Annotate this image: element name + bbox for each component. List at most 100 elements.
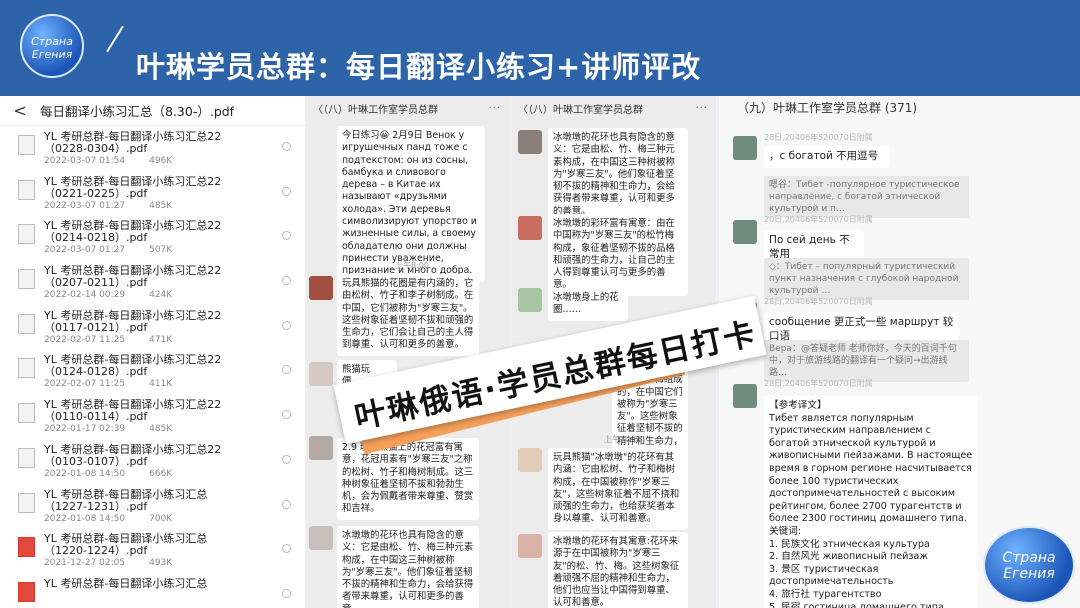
file-name: YL 考研总群-每日翻译小练习汇总（1227-1231）.pdf xyxy=(44,487,208,513)
file-date: 2022-02-07 11:25 xyxy=(44,334,126,345)
file-name: YL 考研总群-每日翻译小练习汇总22（0221-0225）.pdf xyxy=(44,174,222,200)
file-size: 700K xyxy=(149,513,173,524)
brand-logo-corner: Страна Егения xyxy=(983,526,1075,604)
file-meta: 2022-01-08 14:50 700K xyxy=(44,514,244,524)
file-row[interactable]: YL 考研总群-每日翻译小练习汇总（1220-1224）.pdf 2021-12-… xyxy=(18,528,305,573)
file-date: 2021-12-27 02:05 xyxy=(44,558,126,569)
file-size: 493K xyxy=(149,558,173,569)
file-date: 2022-01-17 02:39 xyxy=(44,424,126,435)
chat-message-reference: 【参考译文】 Тибет является популярным туристи… xyxy=(764,396,978,608)
quoted-message[interactable]: 嗯谷：Тибет -популярное туристическое напра… xyxy=(764,176,969,218)
file-row[interactable]: YL 考研总群-每日翻译小练习汇总22（0228-0304）.pdf 2022-0… xyxy=(18,126,305,171)
back-arrow-icon[interactable]: < xyxy=(0,101,40,120)
file-row[interactable]: YL 考研总群-每日翻译小练习汇总（1227-1231）.pdf 2022-01-… xyxy=(18,484,305,529)
page-title: 叶琳学员总群：每日翻译小练习+讲师评改 xyxy=(136,50,702,84)
file-row[interactable]: YL 考研总群-每日翻译小练习汇总22（0103-0107）.pdf 2022-0… xyxy=(18,439,305,484)
brand-logo: Страна Егения xyxy=(20,14,84,78)
chat-title[interactable]: 〈（八）叶琳工作室学员总群 xyxy=(313,101,438,116)
file-name: YL 考研总群-每日翻译小练习汇总22（0228-0304）.pdf xyxy=(44,130,222,155)
chat-timestamp: 上午10:35 xyxy=(604,435,644,444)
chat-title[interactable]: （九）叶琳工作室学员总群 (371) xyxy=(737,99,917,116)
file-size: 496K xyxy=(149,156,173,166)
avatar[interactable] xyxy=(733,220,757,244)
avatar[interactable] xyxy=(518,216,542,240)
file-row[interactable]: YL 考研总群-每日翻译小练习汇总22（0124-0128）.pdf 2022-0… xyxy=(18,349,305,394)
file-row[interactable]: YL 考研总群-每日翻译小练习汇总22（0207-0211）.pdf 2022-0… xyxy=(18,260,305,305)
chat-message: 冰墩墩的花环也具有隐含的意义：它是由松、竹、梅三种元素构成，在中国这三种树被称为… xyxy=(337,526,479,608)
select-radio[interactable] xyxy=(282,276,291,286)
chat-message: ，с богатой 不用逗号 xyxy=(764,146,890,168)
select-radio[interactable] xyxy=(282,231,291,241)
quoted-message[interactable]: ◇：Тибет – популярный туристический пункт… xyxy=(764,258,969,300)
file-date: 2022-01-08 14:50 xyxy=(44,468,126,479)
file-name: YL 考研总群-每日翻译小练习汇总22（0124-0128）.pdf xyxy=(44,353,222,379)
file-meta: 2022-03-07 01:27 507K xyxy=(44,245,244,255)
more-icon[interactable]: ··· xyxy=(488,103,501,114)
file-name: YL 考研总群-每日翻译小练习汇总22（0110-0114）.pdf xyxy=(44,398,222,424)
chat-timestamp: 上午8:00 xyxy=(395,261,429,270)
pdf-icon xyxy=(18,492,35,513)
avatar[interactable] xyxy=(733,136,757,160)
avatar[interactable] xyxy=(309,436,333,460)
file-size: 507K xyxy=(149,245,173,256)
sender-name: 28日,20406年520070日附属 xyxy=(764,379,873,388)
file-size: 485K xyxy=(149,424,173,435)
file-meta: 2022-03-07 01:27 485K xyxy=(44,201,244,211)
chat-message: 冰墩墩的彩环富有寓意：由在中国称为"岁寒三友"的松竹梅构成，象征着坚韧不拔的品格… xyxy=(548,214,688,296)
avatar[interactable] xyxy=(309,276,333,300)
select-radio[interactable] xyxy=(282,499,291,509)
file-row[interactable]: YL 考研总群-每日翻译小练习汇总22（0214-0218）.pdf 2022-0… xyxy=(18,215,305,260)
chat-message: 玩具熊猫"冰墩墩"的花环有其内涵：它由松树、竹子和梅树构成，在中国被称作"岁寒三… xyxy=(548,448,688,530)
file-size: 666K xyxy=(149,468,173,479)
chat-title[interactable]: 〈（八）叶琳工作室学员总群 xyxy=(518,101,643,116)
sender-name: 20日,20406年520070日附属 xyxy=(764,215,873,224)
select-radio[interactable] xyxy=(282,320,291,330)
file-meta: 2022-02-07 11:25 471K xyxy=(44,335,244,345)
pdf-icon xyxy=(18,358,35,379)
select-radio[interactable] xyxy=(282,186,291,196)
file-date: 2022-03-07 01:54 xyxy=(44,156,126,166)
pdf-icon xyxy=(18,179,35,200)
file-date: 2022-03-07 01:27 xyxy=(44,245,126,256)
file-size: 471K xyxy=(149,334,173,345)
chat-panel-8a: 〈（八）叶琳工作室学员总群 ··· 今日练习😀 2月9日 Венок у игр… xyxy=(307,96,509,608)
file-row[interactable]: YL 考研总群-每日翻译小练习汇总22（0117-0121）.pdf 2022-0… xyxy=(18,305,305,350)
file-name: YL 考研总群-每日翻译小练习汇总22（0207-0211）.pdf xyxy=(44,264,222,290)
file-name: YL 考研总群-每日翻译小练习汇总22（0214-0218）.pdf xyxy=(44,219,222,245)
chat-message: 2.9 玩具熊猫上的花冠富有寓意，花冠用素有"岁寒三友"之称的松树、竹子和梅树制… xyxy=(337,438,479,520)
pdf-icon xyxy=(18,313,35,334)
pdf-red-icon xyxy=(18,537,35,558)
avatar[interactable] xyxy=(733,384,757,408)
avatar[interactable] xyxy=(518,448,542,472)
file-date: 2022-01-08 14:50 xyxy=(44,513,126,524)
file-row[interactable]: YL 考研总群-每日翻译小练习汇总22（0110-0114）.pdf 2022-0… xyxy=(18,394,305,439)
avatar[interactable] xyxy=(518,130,542,154)
divider-slash xyxy=(106,25,124,53)
avatar[interactable] xyxy=(518,288,542,312)
avatar[interactable] xyxy=(309,362,333,386)
sender-name: 28日,20406年520070日附属 xyxy=(764,297,873,306)
more-icon[interactable]: ··· xyxy=(695,103,708,114)
select-radio[interactable] xyxy=(282,454,291,464)
quoted-message[interactable]: Вера：@答疑老师 老师你好，今天的百词千句中，对于旅游线路的翻译有一个疑问→… xyxy=(764,340,969,382)
avatar[interactable] xyxy=(309,526,333,550)
select-radio[interactable] xyxy=(282,588,291,598)
chat-message: 冰墩墩的花环有其寓意:花环来源于在中国被称为"岁寒三友"的松、竹、梅。这些树象征… xyxy=(548,532,688,608)
file-row[interactable]: YL 考研总群-每日翻译小练习汇总 xyxy=(18,573,305,608)
file-size: 485K xyxy=(149,200,173,211)
select-radio[interactable] xyxy=(282,142,291,151)
select-radio[interactable] xyxy=(282,544,291,554)
pdf-icon xyxy=(18,135,35,155)
avatar[interactable] xyxy=(518,534,542,558)
file-date: 2022-02-07 11:25 xyxy=(44,379,126,390)
file-list-header: < 每日翻译小练习汇总（8.30-）.pdf xyxy=(0,96,305,126)
select-radio[interactable] xyxy=(282,410,291,420)
file-name: YL 考研总群-每日翻译小练习汇总（1220-1224）.pdf xyxy=(44,532,208,558)
file-size: 424K xyxy=(149,290,173,301)
file-meta: 2022-01-08 14:50 666K xyxy=(44,469,244,479)
folder-title: 每日翻译小练习汇总（8.30-）.pdf xyxy=(40,104,235,119)
file-row[interactable]: YL 考研总群-每日翻译小练习汇总22（0221-0225）.pdf 2022-0… xyxy=(18,171,305,216)
select-radio[interactable] xyxy=(282,365,291,375)
chat-header: 〈（八）叶琳工作室学员总群 ··· xyxy=(512,96,716,120)
file-name: YL 考研总群-每日翻译小练习汇总22（0103-0107）.pdf xyxy=(44,442,222,468)
